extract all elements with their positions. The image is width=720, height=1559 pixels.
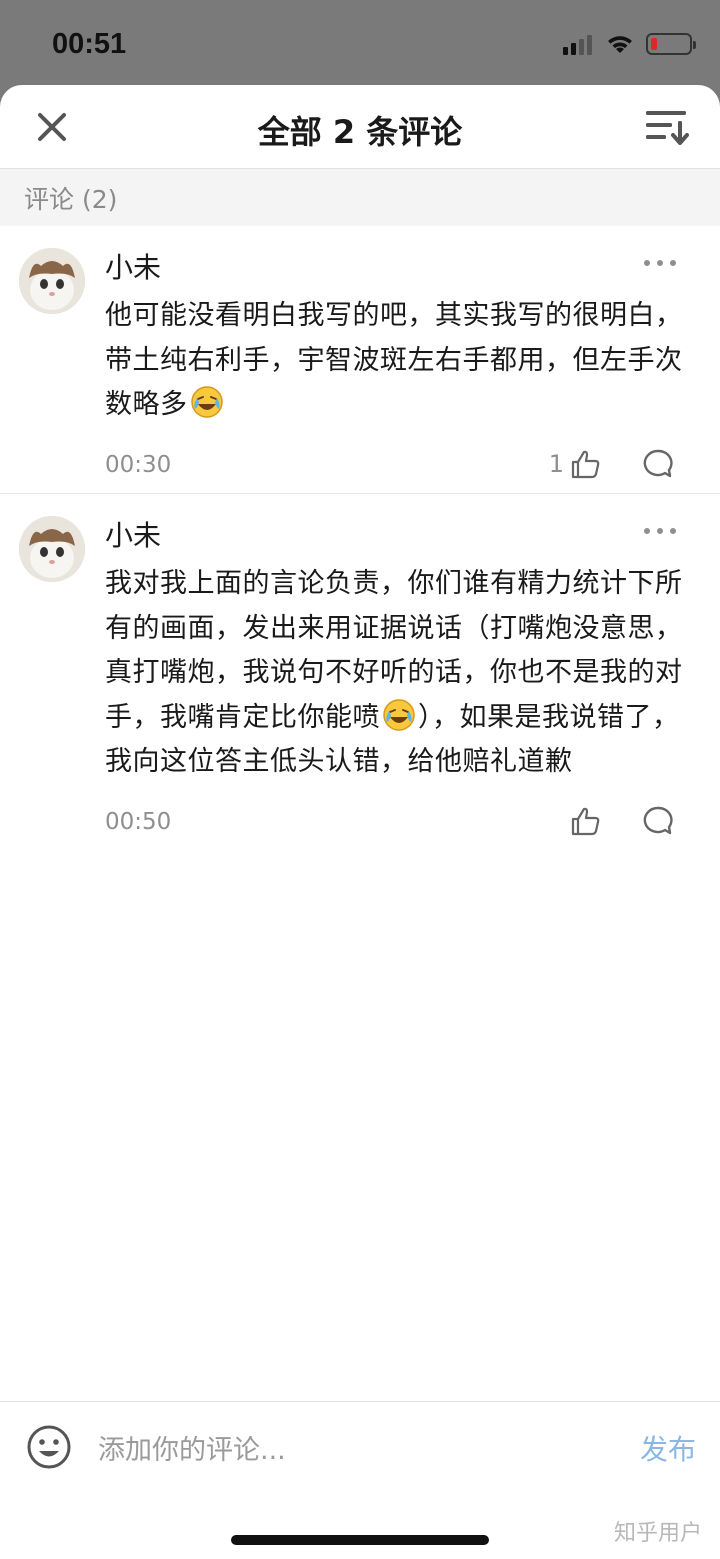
comment-input[interactable]: 添加你的评论... — [98, 1428, 286, 1467]
comment-bubble-icon — [643, 806, 673, 834]
like-count: 1 — [548, 449, 564, 478]
laughing-crying-emoji-icon — [383, 698, 415, 731]
comment-meta: 00:50 — [105, 795, 690, 855]
emoji-button[interactable] — [26, 1424, 72, 1474]
comments-count-header: 评论 (2) — [0, 169, 720, 226]
reply-button[interactable] — [642, 805, 674, 841]
avatar[interactable] — [19, 516, 85, 582]
comment-composer: 添加你的评论... 发布 知乎用户 — [0, 1401, 720, 1559]
thumbs-up-icon — [571, 807, 600, 835]
status-icons — [563, 30, 696, 58]
comment-meta: 00:30 1 — [105, 438, 690, 498]
avatar[interactable] — [19, 248, 85, 314]
comment-bubble-icon — [643, 449, 673, 477]
cellular-signal-icon — [563, 33, 592, 55]
sort-icon — [646, 111, 689, 145]
comment-text: 他可能没看明白我写的吧，其实我写的很明白，带土纯右利手，宇智波斑左右手都用，但左… — [105, 300, 683, 420]
home-indicator[interactable] — [231, 1535, 489, 1545]
sort-button[interactable] — [642, 105, 692, 149]
like-button[interactable]: 1 — [549, 448, 602, 480]
status-time: 00:51 — [52, 28, 127, 60]
page-title: 全部 2 条评论 — [257, 113, 463, 151]
battery-icon — [646, 33, 696, 55]
comments-sheet: 全部 2 条评论 评论 (2) 小未 他可能没看明白我写的吧，其实我写的很明白，… — [0, 85, 720, 1559]
comment-author[interactable]: 小未 — [105, 248, 690, 288]
publish-button[interactable]: 发布 — [640, 1428, 696, 1468]
thumbs-up-icon — [571, 450, 600, 478]
comment-item: 小未 我对我上面的言论负责，你们谁有精力统计下所有的画面，发出来用证据说话（打嘴… — [0, 494, 720, 855]
status-bar: 00:51 — [0, 0, 720, 88]
comment-timestamp: 00:30 — [105, 451, 172, 478]
smiley-icon — [27, 1425, 71, 1469]
comment-text: 我对我上面的言论负责，你们谁有精力统计下所有的画面，发出来用证据说话（打嘴炮没意… — [105, 568, 683, 777]
watermark: 知乎用户 — [613, 1521, 702, 1546]
comment-author[interactable]: 小未 — [105, 516, 690, 556]
wifi-icon — [608, 36, 632, 53]
sheet-header: 全部 2 条评论 — [0, 85, 720, 169]
more-options-button[interactable] — [644, 528, 676, 534]
comment-item: 小未 他可能没看明白我写的吧，其实我写的很明白，带土纯右利手，宇智波斑左右手都用… — [0, 226, 720, 494]
reply-button[interactable] — [642, 448, 674, 484]
comment-timestamp: 00:50 — [105, 808, 172, 835]
laughing-crying-emoji-icon — [190, 386, 223, 418]
like-button[interactable] — [564, 805, 602, 837]
more-options-button[interactable] — [644, 260, 676, 266]
